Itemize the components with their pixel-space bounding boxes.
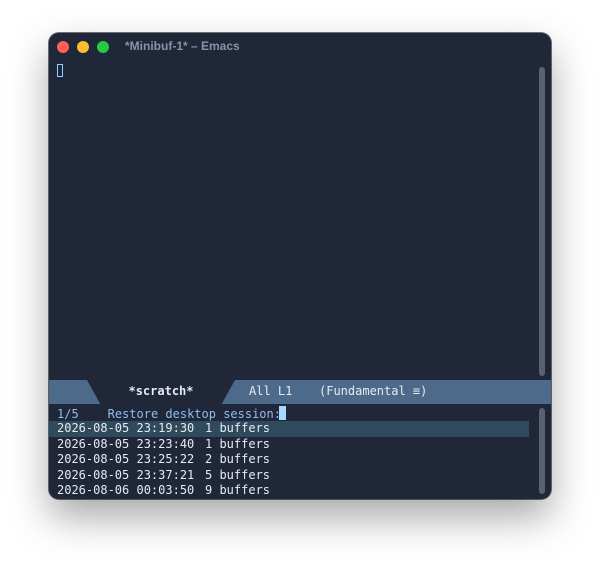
completion-candidates: 2026-08-05 23:19:30 1 buffers 2026-08-05 … [49,421,529,499]
completion-candidate[interactable]: 2026-08-05 23:25:22 2 buffers [49,452,529,468]
minibuffer-prompt: 1/5 Restore desktop session: [57,407,281,421]
title-bar: *Minibuf-1* – Emacs [49,33,551,61]
completion-candidate[interactable]: 2026-08-05 23:37:21 5 buffers [49,468,529,484]
minibuffer-scrollbar[interactable] [539,408,545,494]
buffer-scrollbar[interactable] [539,67,545,376]
candidate-buffer-count: 5 buffers [205,467,271,482]
completion-candidate[interactable]: 2026-08-06 00:03:50 9 buffers [49,483,529,499]
mode-line-buffer-name[interactable]: *scratch* [87,384,235,398]
candidate-datetime: 2026-08-05 23:25:22 [57,452,195,467]
buffer-cursor [57,64,63,77]
candidate-buffer-count: 2 buffers [205,452,271,467]
prompt-text: Restore desktop session: [107,407,281,421]
completion-candidate[interactable]: 2026-08-05 23:23:40 1 buffers [49,437,529,453]
minibuffer-cursor [279,406,286,420]
candidate-buffer-count: 9 buffers [205,483,271,498]
mode-line: *scratch* All L1 (Fundamental ≡) [49,380,551,404]
candidate-datetime: 2026-08-05 23:37:21 [57,467,195,482]
minibuffer[interactable]: 1/5 Restore desktop session: 2026-08-05 … [49,404,551,499]
window-title: *Minibuf-1* – Emacs [125,39,240,53]
mode-line-position: All L1 [249,384,293,398]
candidate-buffer-count: 1 buffers [205,436,271,451]
candidate-datetime: 2026-08-05 23:23:40 [57,436,195,451]
scratch-buffer-text-area[interactable] [49,61,551,380]
completion-candidate-selected[interactable]: 2026-08-05 23:19:30 1 buffers [49,421,529,437]
mode-line-major-mode[interactable]: (Fundamental ≡) [319,384,427,398]
candidate-counter: 1/5 [57,407,79,421]
candidate-datetime: 2026-08-05 23:19:30 [57,421,195,435]
candidate-datetime: 2026-08-06 00:03:50 [57,483,195,498]
close-window-button[interactable] [57,41,69,53]
minimize-window-button[interactable] [77,41,89,53]
candidate-buffer-count: 1 buffers [205,421,271,435]
zoom-window-button[interactable] [97,41,109,53]
emacs-window: *Minibuf-1* – Emacs *scratch* All L1 (Fu… [49,33,551,499]
